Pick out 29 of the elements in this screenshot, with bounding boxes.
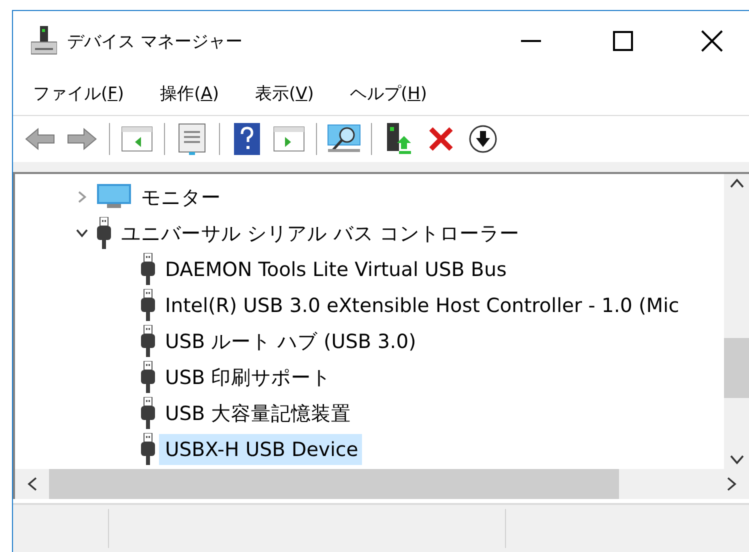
- scrollbar-thumb[interactable]: [724, 338, 749, 398]
- usb-plug-icon: [141, 289, 155, 321]
- usb-plug-icon: [141, 397, 155, 429]
- tree-item[interactable]: USB 大容量記憶装置: [159, 396, 356, 430]
- tree-item[interactable]: USBX-H USB Device: [159, 434, 362, 464]
- close-icon: [701, 30, 723, 52]
- usb-plug-icon: [97, 217, 111, 249]
- monitor-icon: [97, 184, 131, 210]
- menu-item[interactable]: ファイル(F): [31, 78, 126, 108]
- tree-item[interactable]: USB ルート ハブ (USB 3.0): [159, 324, 420, 358]
- tree-item[interactable]: Intel(R) USB 3.0 eXtensible Host Controller - 1.0 (Mic: [159, 290, 684, 320]
- vertical-scrollbar[interactable]: [724, 174, 749, 469]
- menu-item[interactable]: ヘルプ(H): [348, 78, 429, 108]
- scrollbar-thumb[interactable]: [49, 469, 619, 499]
- tree-item[interactable]: モニター: [135, 180, 225, 214]
- tree-item[interactable]: USB 印刷サポート: [159, 360, 336, 394]
- menu-item[interactable]: 表示(V): [252, 78, 316, 108]
- menu-item[interactable]: 操作(A): [158, 78, 221, 108]
- minimize-icon: [521, 40, 541, 42]
- usb-plug-icon: [141, 361, 155, 393]
- usb-plug-icon: [141, 325, 155, 357]
- maximize-icon: [613, 31, 633, 51]
- tree-item[interactable]: ユニバーサル シリアル バス コントローラー: [115, 216, 524, 250]
- tree-item[interactable]: DAEMON Tools Lite Virtual USB Bus: [159, 254, 511, 284]
- horizontal-scrollbar[interactable]: [13, 469, 749, 499]
- usb-plug-icon: [141, 253, 155, 285]
- window-title: デバイス マネージャー: [67, 30, 244, 52]
- device-manager-icon: [31, 26, 57, 56]
- usb-plug-icon: [141, 433, 155, 465]
